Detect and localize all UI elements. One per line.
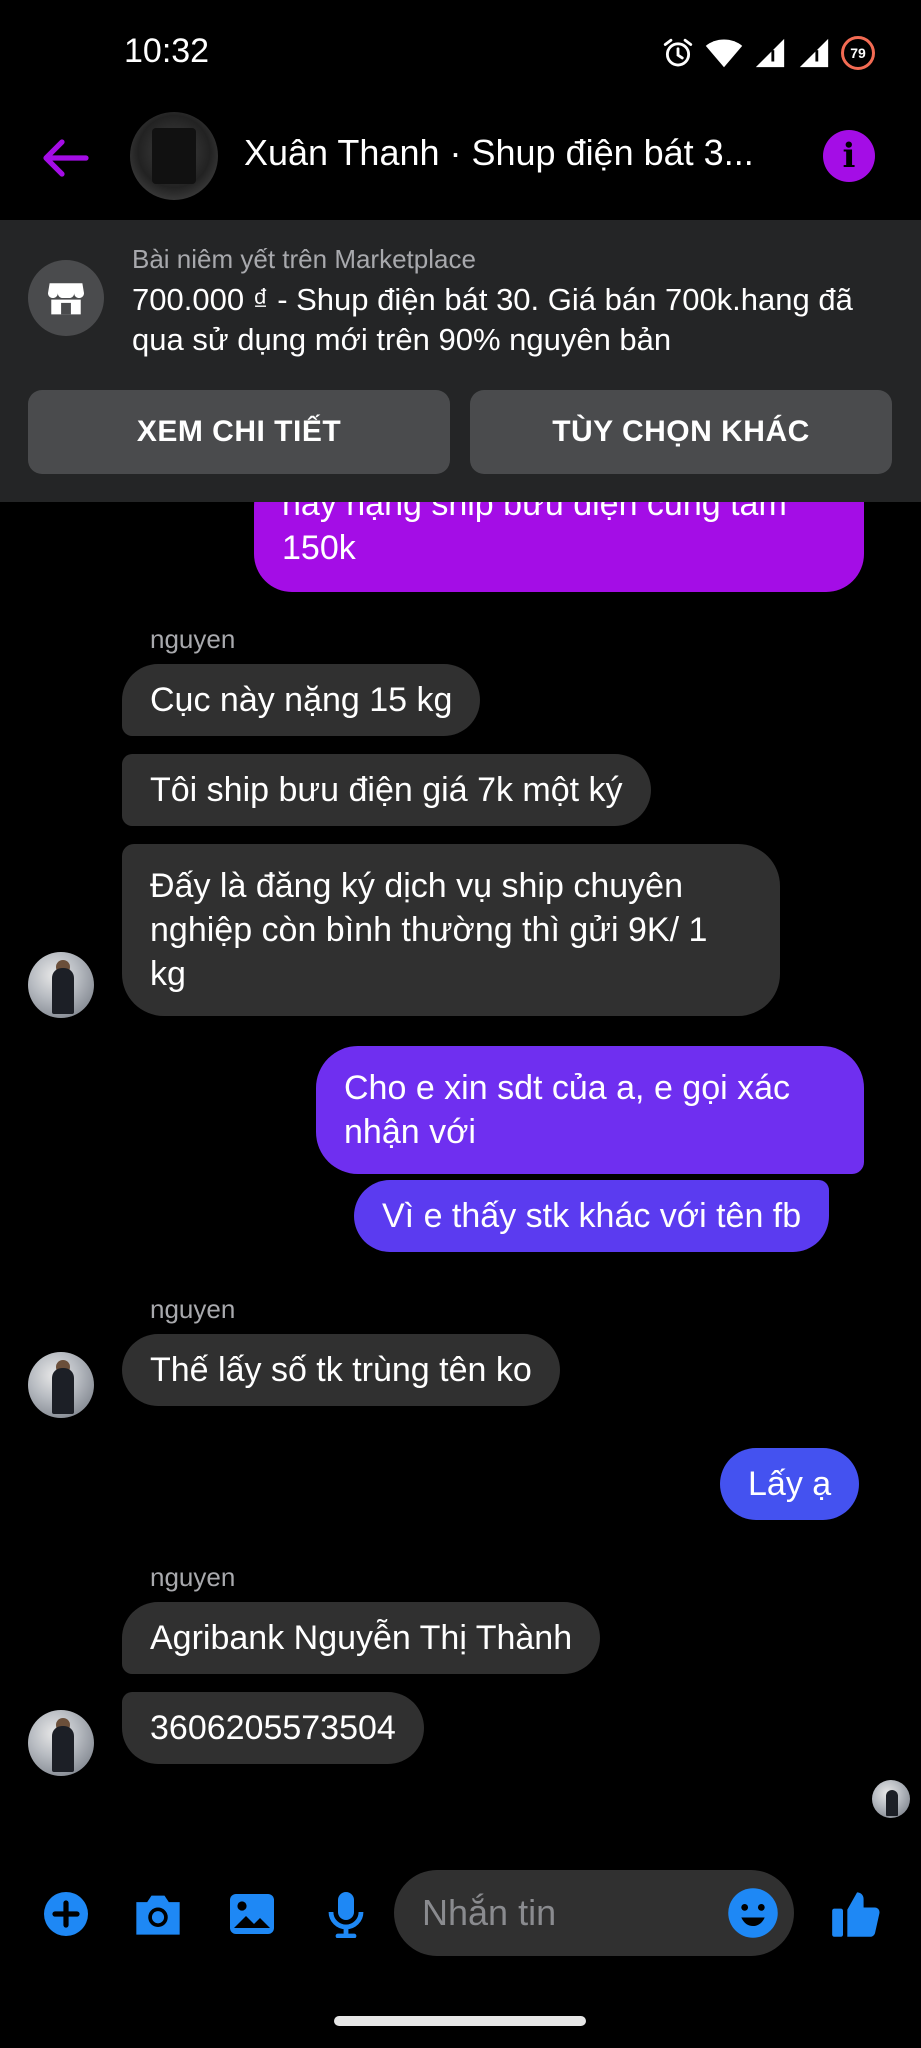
info-button[interactable]: i (823, 130, 875, 182)
microphone-icon (328, 1892, 364, 1938)
more-options-button[interactable]: TÙY CHỌN KHÁC (470, 390, 892, 474)
signal-icon (799, 38, 829, 68)
received-message[interactable]: Agribank Nguyễn Thị Thành (122, 1602, 601, 1674)
plus-icon (44, 1892, 88, 1936)
signal-icon (755, 38, 785, 68)
conversation-header: Xuân Thanh · Shup điện bát 3... i (0, 108, 921, 220)
wifi-icon (705, 39, 743, 68)
emoji-button[interactable] (726, 1886, 780, 1940)
arrow-left-icon (43, 139, 89, 177)
banner-description: 700.000 ₫ - Shup điện bát 30. Giá bán 70… (132, 282, 853, 357)
battery-icon: 79 (841, 36, 875, 70)
sender-name: nguyen (150, 624, 236, 654)
status-bar: 10:32 79 (0, 0, 921, 108)
received-message[interactable]: Cục này nặng 15 kg (122, 664, 481, 736)
info-icon: i (842, 136, 856, 176)
like-button[interactable] (828, 1886, 884, 1942)
emoji-icon (728, 1888, 778, 1938)
voice-button[interactable] (318, 1886, 374, 1942)
composer-bar (0, 1862, 921, 1966)
contact-avatar[interactable] (28, 1710, 94, 1776)
status-icons: 79 (661, 36, 875, 70)
marketplace-banner: Bài niêm yết trên Marketplace 700.000 ₫ … (0, 220, 921, 502)
home-indicator[interactable] (334, 2016, 586, 2026)
banner-subtitle: Bài niêm yết trên Marketplace (132, 244, 476, 274)
sender-name: nguyen (150, 1294, 236, 1324)
sent-message[interactable]: Vì e thấy stk khác với tên fb (354, 1180, 830, 1252)
image-icon (230, 1894, 274, 1934)
camera-icon (136, 1895, 180, 1935)
gallery-button[interactable] (224, 1886, 280, 1942)
like-icon (832, 1892, 880, 1937)
camera-button[interactable] (130, 1886, 186, 1942)
store-icon (28, 260, 104, 336)
status-time: 10:32 (124, 32, 210, 70)
back-button[interactable] (36, 128, 96, 188)
sent-message[interactable]: Cho e xin sdt của a, e gọi xác nhận với (316, 1046, 864, 1174)
seen-indicator-avatar (872, 1780, 910, 1818)
received-message[interactable]: Thế lấy số tk trùng tên ko (122, 1334, 560, 1406)
received-message[interactable]: Đấy là đăng ký dịch vụ ship chuyên nghiệ… (122, 844, 780, 1016)
sender-name: nguyen (150, 1562, 236, 1592)
received-message[interactable]: Tôi ship bưu điện giá 7k một ký (122, 754, 651, 826)
contact-avatar[interactable] (28, 1352, 94, 1418)
plus-button[interactable] (38, 1886, 94, 1942)
contact-avatar[interactable] (130, 112, 218, 200)
alarm-icon (663, 38, 693, 67)
conversation-title[interactable]: Xuân Thanh · Shup điện bát 3... (244, 132, 784, 174)
contact-avatar[interactable] (28, 952, 94, 1018)
view-details-button[interactable]: XEM CHI TIẾT (28, 390, 450, 474)
sent-message[interactable]: Lấy ạ (720, 1448, 860, 1520)
received-message[interactable]: 3606205573504 (122, 1692, 424, 1764)
